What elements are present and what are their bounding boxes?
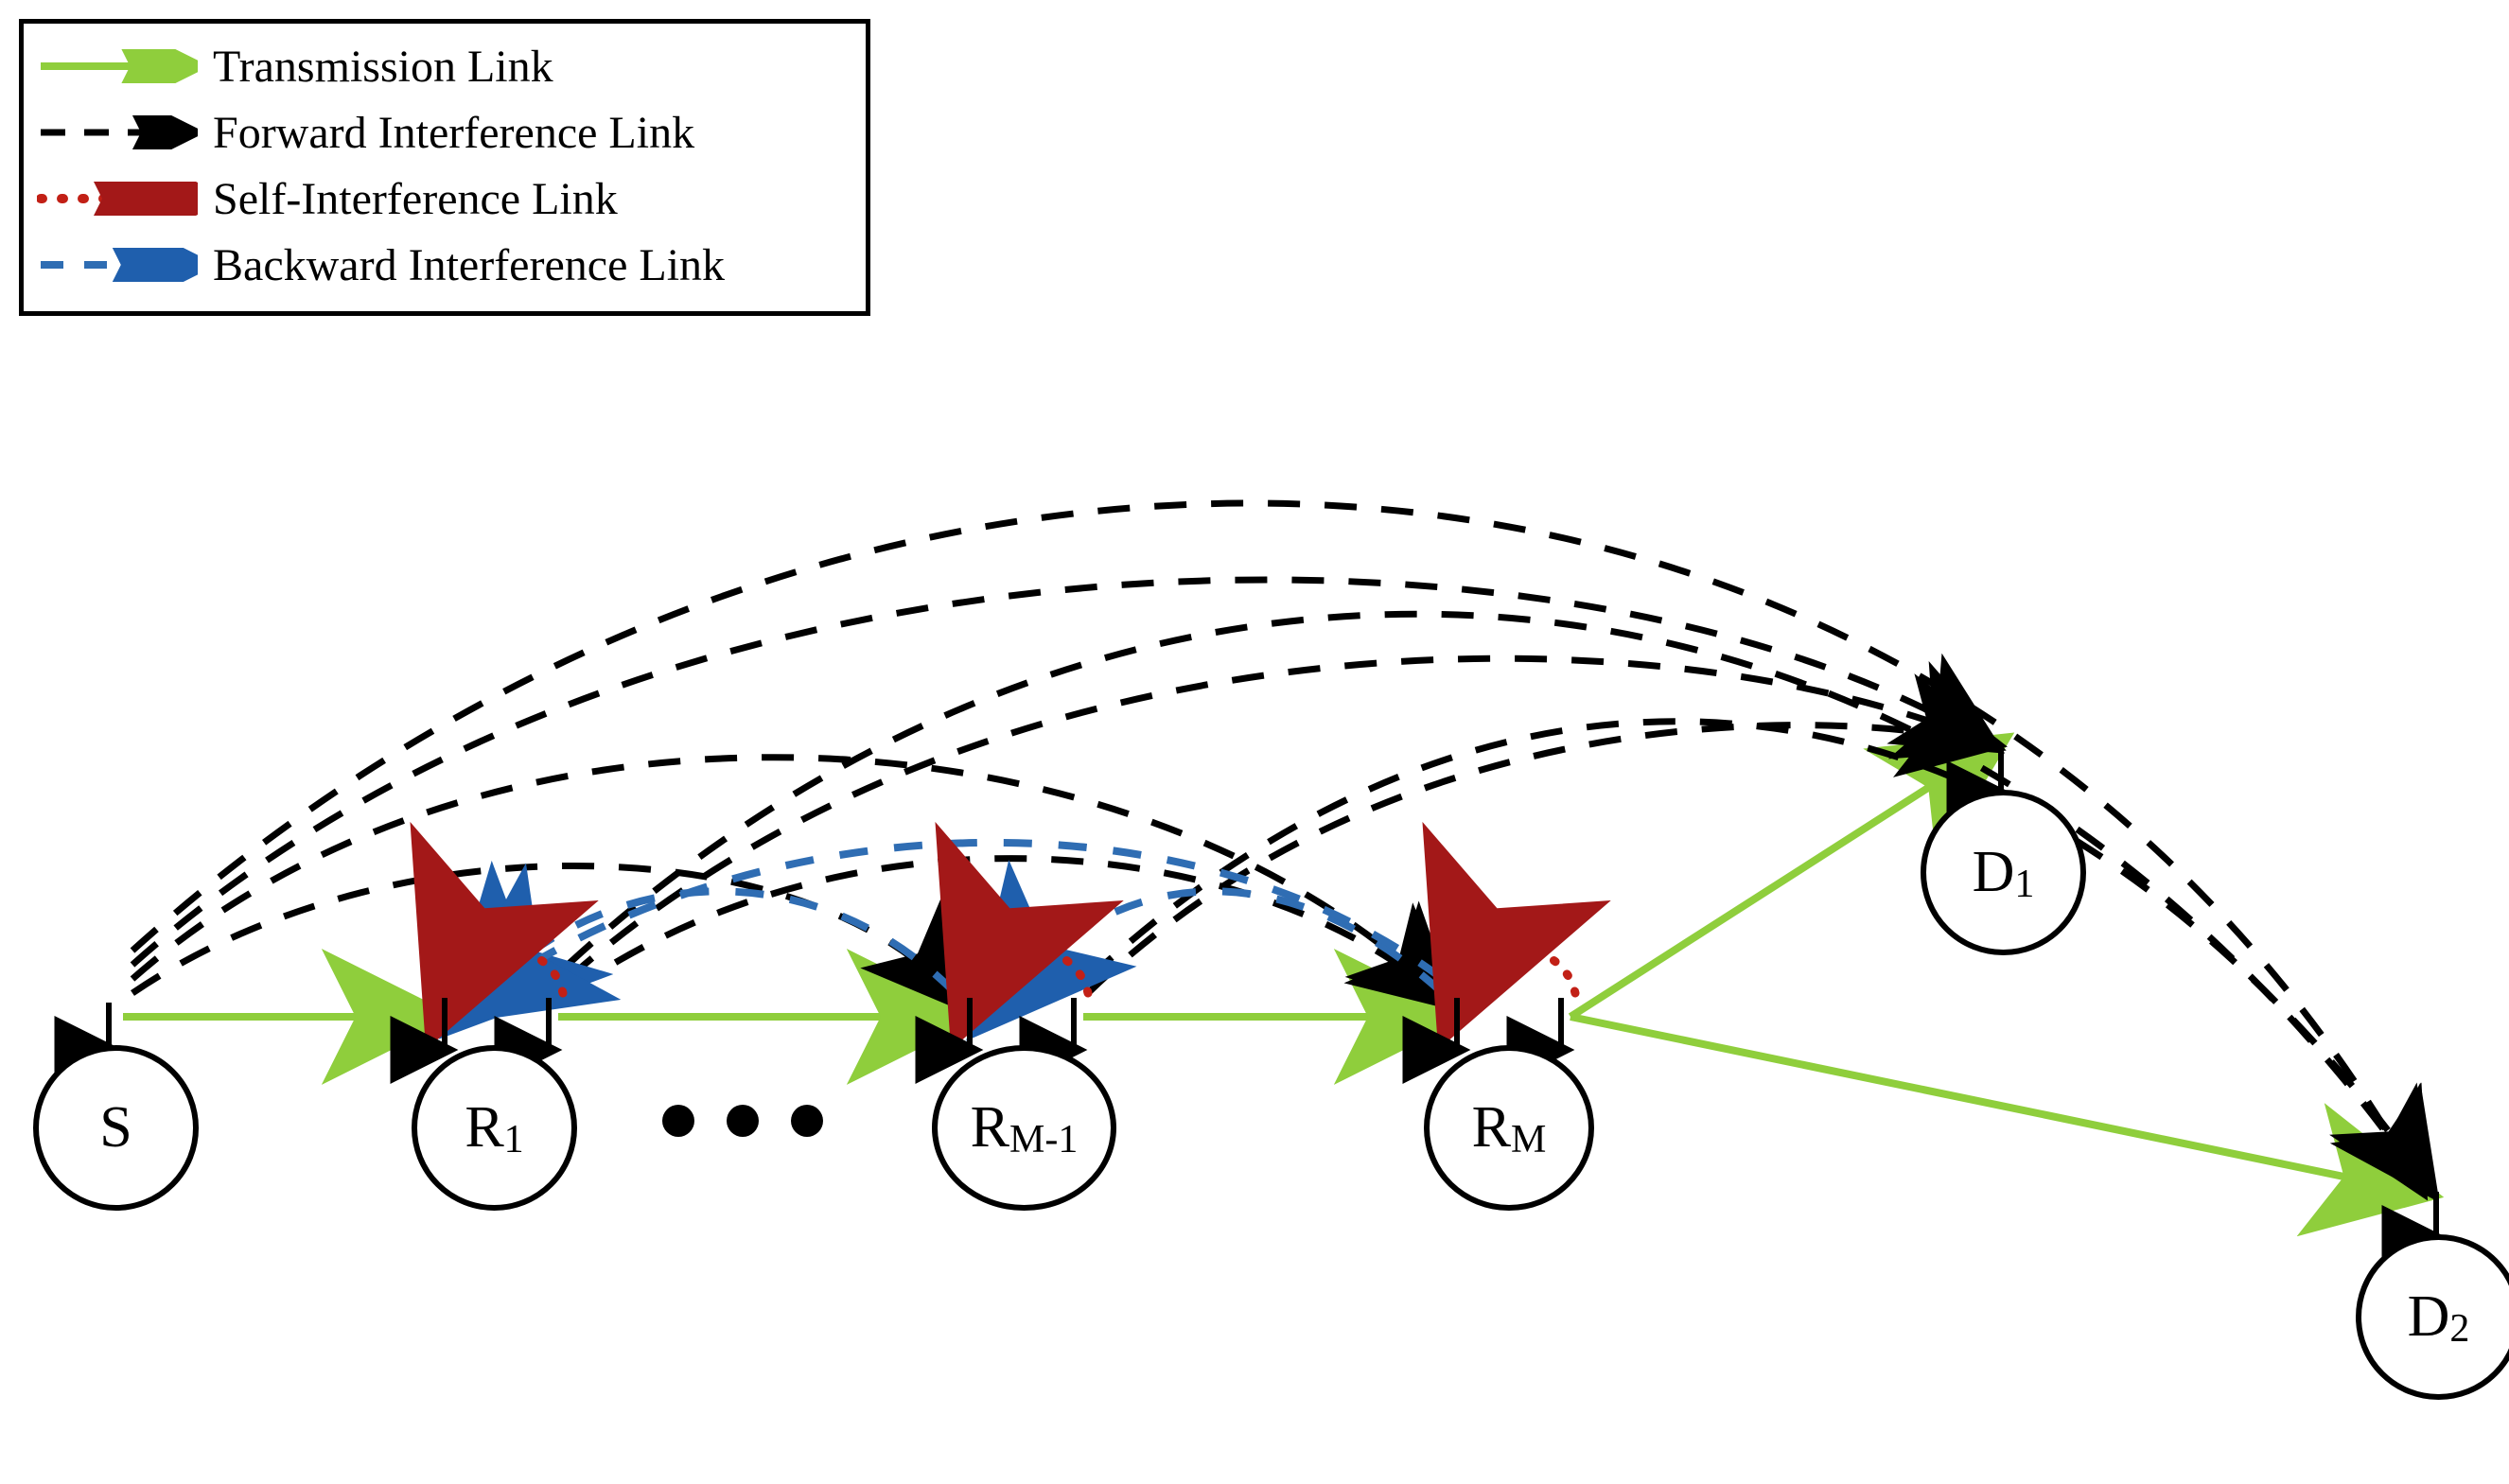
- node-D2-sub: 2: [2449, 1306, 2469, 1352]
- ellipsis-dot: [662, 1105, 694, 1137]
- legend-row-self: Self-Interference Link: [37, 166, 852, 232]
- legend-swatch-backward: [37, 248, 198, 282]
- self-interference-links: [449, 951, 1575, 993]
- ellipsis-dot: [727, 1105, 759, 1137]
- legend-label-transmission: Transmission Link: [213, 41, 553, 93]
- legend: Transmission Link Forward Interference L…: [19, 19, 870, 316]
- legend-swatch-self: [37, 182, 198, 216]
- node-R1-sub: 1: [504, 1117, 524, 1162]
- node-RM-sub: M: [1511, 1117, 1546, 1162]
- legend-row-backward: Backward Interference Link: [37, 232, 852, 298]
- node-S-label: S: [99, 1094, 132, 1161]
- bwd-RM-RMm1: [998, 891, 1443, 1003]
- legend-label-forward: Forward Interference Link: [213, 107, 694, 159]
- legend-swatch-forward: [37, 115, 198, 149]
- node-S: S: [33, 1045, 199, 1211]
- node-D1-sub: 1: [2014, 862, 2034, 907]
- legend-row-transmission: Transmission Link: [37, 33, 852, 99]
- relay-ellipsis: [662, 1105, 823, 1137]
- node-D2: D2: [2356, 1234, 2509, 1400]
- ellipsis-dot: [791, 1105, 823, 1137]
- node-R1: R1: [412, 1045, 577, 1211]
- self-RM: [1462, 951, 1575, 993]
- fwd-S-D1: [132, 580, 1987, 965]
- legend-label-self: Self-Interference Link: [213, 173, 618, 225]
- fwd-RMm1-D2: [1088, 722, 2427, 1182]
- legend-row-forward: Forward Interference Link: [37, 99, 852, 166]
- node-R1-label: R: [465, 1094, 503, 1161]
- node-RMm1-label: R: [971, 1094, 1009, 1161]
- bwd-RMm1-R1: [473, 891, 956, 1003]
- node-RMm1-sub: M-1: [1009, 1117, 1078, 1162]
- fwd-S-RMm1: [132, 865, 956, 998]
- diagram-canvas: S R1 RM-1 RM D1 D2 Transmi: [0, 0, 2509, 1484]
- fwd-R1-D1: [568, 658, 1987, 979]
- legend-swatch-transmission: [37, 49, 198, 83]
- node-D2-label: D: [2408, 1283, 2450, 1351]
- node-D1: D1: [1921, 790, 2086, 955]
- legend-label-backward: Backward Interference Link: [213, 239, 725, 291]
- link-RM-D2: [1570, 1017, 2417, 1192]
- node-RM-label: R: [1472, 1094, 1511, 1161]
- node-D1-label: D: [1973, 839, 2015, 906]
- fwd-R1-RM: [568, 859, 1443, 998]
- node-RM: RM: [1424, 1045, 1594, 1211]
- node-RMm1: RM-1: [932, 1045, 1116, 1211]
